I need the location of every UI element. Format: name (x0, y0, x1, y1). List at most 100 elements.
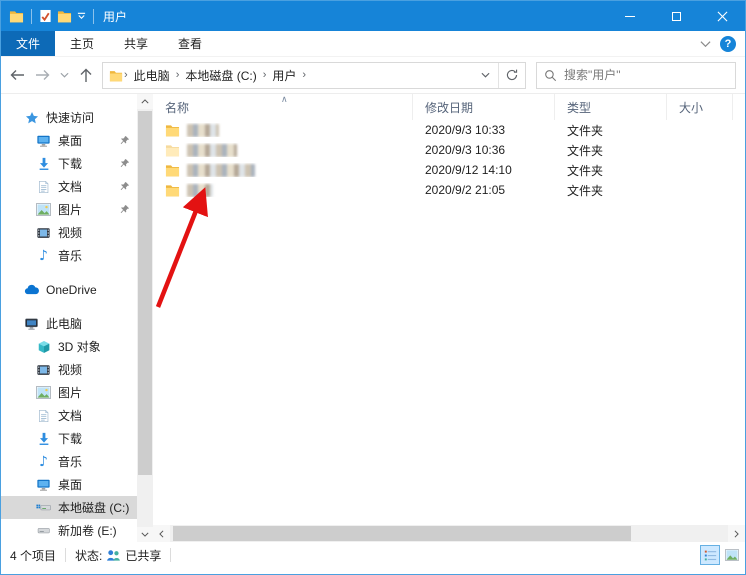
sidebar-item-this-pc[interactable]: 此电脑 (1, 312, 137, 335)
large-icons-view-button[interactable] (722, 545, 742, 565)
column-header-3[interactable]: 大小 (667, 94, 733, 120)
file-row-1[interactable]: 2020/9/3 10:36文件夹 (153, 140, 745, 160)
sidebar-item-pictures[interactable]: 图片 (1, 198, 137, 221)
sidebar-item-label: 下载 (58, 155, 82, 172)
sidebar-item-downloads[interactable]: 下载 (1, 152, 137, 175)
scrollbar-thumb[interactable] (173, 526, 631, 541)
close-icon (717, 11, 728, 22)
view-toggle-buttons (700, 545, 742, 565)
scroll-left-icon[interactable] (153, 525, 170, 542)
sidebar-item-videos[interactable]: 视频 (1, 221, 137, 244)
sidebar-item-music[interactable]: ♪音乐 (1, 450, 137, 473)
column-header-label: 名称 (165, 99, 189, 116)
scrollbar-thumb[interactable] (138, 111, 152, 475)
file-list-pane: 名称 ∧ 修改日期类型大小 2020/9/3 10:33文件夹2020/9/3 10… (153, 94, 745, 542)
sidebar-item-label: 桌面 (58, 132, 82, 149)
modified-date-cell: 2020/9/2 21:05 (413, 183, 555, 197)
ribbon-tab-0[interactable]: 文件 (1, 31, 55, 56)
sidebar-item-videos[interactable]: 视频 (1, 358, 137, 381)
properties-icon[interactable] (39, 9, 52, 23)
ribbon-tab-2[interactable]: 共享 (109, 31, 163, 56)
sidebar-item-drive-c[interactable]: 本地磁盘 (C:) (1, 496, 137, 519)
sidebar-item-label: 文档 (58, 178, 82, 195)
status-bar: 4 个项目 状态: 已共享 (1, 542, 745, 568)
breadcrumb-item[interactable]: 用户 (267, 67, 301, 84)
ribbon-tab-3[interactable]: 查看 (163, 31, 217, 56)
documents-icon (36, 180, 51, 194)
recent-locations-button[interactable] (56, 63, 72, 87)
details-view-button[interactable] (700, 545, 720, 565)
previous-locations-button[interactable] (472, 63, 498, 88)
breadcrumb-separator-icon: › (301, 69, 307, 81)
sidebar-item-label: 图片 (58, 384, 82, 401)
address-bar-row: ›此电脑›本地磁盘 (C:)›用户› (1, 57, 745, 94)
forward-arrow-icon (35, 68, 51, 82)
folder-icon (109, 69, 123, 82)
status-label: 状态: (75, 547, 102, 564)
window-bottom-edge (1, 568, 745, 574)
column-header-2[interactable]: 类型 (555, 94, 667, 120)
close-button[interactable] (699, 1, 745, 31)
help-icon[interactable]: ? (720, 36, 736, 52)
shared-label: 已共享 (125, 547, 161, 564)
sidebar-item-downloads[interactable]: 下载 (1, 427, 137, 450)
forward-button[interactable] (30, 63, 55, 87)
sidebar-scrollbar[interactable] (137, 94, 153, 542)
minimize-button[interactable] (607, 1, 653, 31)
scrollbar-track[interactable] (137, 109, 153, 527)
sidebar-item-label: 下载 (58, 430, 82, 447)
desktop-icon (36, 478, 51, 492)
horizontal-scrollbar[interactable] (153, 525, 745, 542)
sidebar-item-documents[interactable]: 文档 (1, 404, 137, 427)
column-header-0[interactable]: 名称 ∧ (153, 94, 413, 120)
new-folder-icon[interactable] (57, 9, 72, 23)
sidebar-item-pictures[interactable]: 图片 (1, 381, 137, 404)
sidebar-item-music[interactable]: ♪音乐 (1, 244, 137, 267)
minimize-icon (625, 16, 635, 17)
breadcrumb-item[interactable]: 此电脑 (129, 67, 175, 84)
file-row-2[interactable]: 2020/9/12 14:10文件夹 (153, 160, 745, 180)
sidebar-item-drive-e[interactable]: 新加卷 (E:) (1, 519, 137, 542)
sidebar-item-onedrive[interactable]: OneDrive (1, 278, 137, 301)
this-pc-icon (24, 317, 39, 331)
sidebar-section: OneDrive (1, 278, 137, 301)
desktop-icon (36, 134, 51, 148)
redacted-folder-name (187, 144, 237, 157)
file-name-cell (153, 143, 413, 157)
customize-toolbar-chevron-icon[interactable] (77, 12, 86, 20)
maximize-button[interactable] (653, 1, 699, 31)
breadcrumb: ›此电脑›本地磁盘 (C:)›用户› (123, 67, 307, 84)
file-name-cell (153, 163, 413, 177)
search-box[interactable] (536, 62, 736, 89)
quick-access-toolbar (1, 9, 96, 24)
breadcrumb-item[interactable]: 本地磁盘 (C:) (180, 67, 261, 84)
expand-ribbon-chevron-icon[interactable] (700, 40, 711, 48)
sidebar-item-objects-3d[interactable]: 3D 对象 (1, 335, 137, 358)
sidebar-item-desktop[interactable]: 桌面 (1, 473, 137, 496)
sidebar-item-label: 图片 (58, 201, 82, 218)
thumbnails-view-icon (725, 549, 739, 561)
scroll-down-icon[interactable] (137, 527, 153, 542)
file-name-cell (153, 183, 413, 197)
up-button[interactable] (73, 63, 98, 87)
back-button[interactable] (4, 63, 29, 87)
maximize-icon (672, 12, 681, 21)
scroll-right-icon[interactable] (728, 525, 745, 542)
file-row-0[interactable]: 2020/9/3 10:33文件夹 (153, 120, 745, 140)
chevron-down-icon (481, 72, 490, 79)
column-header-1[interactable]: 修改日期 (413, 94, 555, 120)
downloads-icon (36, 432, 51, 446)
ribbon-tab-1[interactable]: 主页 (55, 31, 109, 56)
scrollbar-track[interactable] (170, 525, 728, 542)
refresh-button[interactable] (499, 63, 525, 88)
sidebar-item-documents[interactable]: 文档 (1, 175, 137, 198)
search-input[interactable] (564, 68, 728, 82)
sort-ascending-icon: ∧ (281, 94, 288, 105)
scroll-up-icon[interactable] (137, 94, 153, 109)
file-row-3[interactable]: 2020/9/2 21:05文件夹 (153, 180, 745, 200)
share-status: 状态: 已共享 (75, 547, 161, 564)
sidebar-item-quick-access[interactable]: 快速访问 (1, 106, 137, 129)
sidebar-item-label: 3D 对象 (58, 338, 101, 355)
address-bar[interactable]: ›此电脑›本地磁盘 (C:)›用户› (102, 62, 526, 89)
sidebar-item-desktop[interactable]: 桌面 (1, 129, 137, 152)
